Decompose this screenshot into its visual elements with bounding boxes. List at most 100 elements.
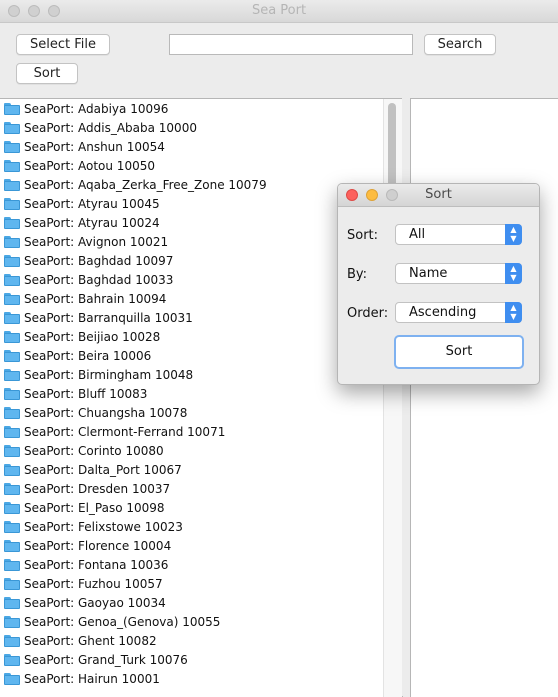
search-button[interactable]: Search <box>424 34 496 55</box>
folder-icon <box>4 159 20 172</box>
tree-item[interactable]: SeaPort: Anshun 10054 <box>0 137 402 156</box>
folder-icon <box>4 463 20 476</box>
select-file-button[interactable]: Select File <box>16 34 110 55</box>
tree-item-label: SeaPort: Chuangsha 10078 <box>24 405 188 420</box>
tree-item[interactable]: SeaPort: Genoa_(Genova) 10055 <box>0 612 402 631</box>
tree-item-label: SeaPort: Genoa_(Genova) 10055 <box>24 614 221 629</box>
by-label: By: <box>347 267 368 282</box>
tree-item-label: SeaPort: Barranquilla 10031 <box>24 310 193 325</box>
tree-item-label: SeaPort: Avignon 10021 <box>24 234 169 249</box>
tree-item[interactable]: SeaPort: Fontana 10036 <box>0 555 402 574</box>
tree-item[interactable]: SeaPort: Fuzhou 10057 <box>0 574 402 593</box>
folder-icon <box>4 178 20 191</box>
tree-item[interactable]: SeaPort: Addis_Ababa 10000 <box>0 118 402 137</box>
folder-icon <box>4 482 20 495</box>
tree-item-label: SeaPort: Birmingham 10048 <box>24 367 194 382</box>
tree-item[interactable]: SeaPort: Dresden 10037 <box>0 479 402 498</box>
tree-item-label: SeaPort: Bahrain 10094 <box>24 291 167 306</box>
tree-item[interactable]: SeaPort: Bluff 10083 <box>0 384 402 403</box>
sort-dialog: Sort Sort: All ▲ ▼ By: Name ▲ ▼ Order: Asc… <box>337 183 540 385</box>
folder-icon <box>4 254 20 267</box>
tree-item-label: SeaPort: Aotou 10050 <box>24 158 155 173</box>
tree-item-label: SeaPort: Ghent 10082 <box>24 633 157 648</box>
tree-item[interactable]: SeaPort: Felixstowe 10023 <box>0 517 402 536</box>
sort-label: Sort: <box>347 228 379 243</box>
tree-item-label: SeaPort: Felixstowe 10023 <box>24 519 183 534</box>
folder-icon <box>4 273 20 286</box>
tree-item-label: SeaPort: Addis_Ababa 10000 <box>24 120 197 135</box>
tree-item-label: SeaPort: Gaoyao 10034 <box>24 595 166 610</box>
tree-item-label: SeaPort: Bluff 10083 <box>24 386 148 401</box>
window-titlebar: Sea Port <box>0 0 558 23</box>
dialog-sort-button[interactable]: Sort <box>394 335 524 369</box>
folder-icon <box>4 672 20 685</box>
folder-icon <box>4 235 20 248</box>
tree-item[interactable]: SeaPort: Corinto 10080 <box>0 441 402 460</box>
tree-item-label: SeaPort: Corinto 10080 <box>24 443 164 458</box>
folder-icon <box>4 501 20 514</box>
folder-icon <box>4 330 20 343</box>
tree-item[interactable]: SeaPort: Hairun 10001 <box>0 669 402 688</box>
folder-icon <box>4 425 20 438</box>
tree-item-label: SeaPort: Anshun 10054 <box>24 139 165 154</box>
tree-item-label: SeaPort: Hairun 10001 <box>24 671 160 686</box>
folder-icon <box>4 653 20 666</box>
folder-icon <box>4 197 20 210</box>
tree-item[interactable]: SeaPort: Adabiya 10096 <box>0 99 402 118</box>
sort-select[interactable]: All ▲ ▼ <box>395 224 522 245</box>
updown-chevron-icon: ▲ ▼ <box>505 302 522 323</box>
tree-item-label: SeaPort: Baghdad 10097 <box>24 253 174 268</box>
tree-item[interactable]: SeaPort: Aotou 10050 <box>0 156 402 175</box>
tree-item-label: SeaPort: Fontana 10036 <box>24 557 169 572</box>
folder-icon <box>4 596 20 609</box>
folder-icon <box>4 102 20 115</box>
folder-icon <box>4 387 20 400</box>
sort-select-value: All <box>409 227 426 242</box>
order-select-value: Ascending <box>409 305 477 320</box>
folder-icon <box>4 121 20 134</box>
folder-icon <box>4 444 20 457</box>
folder-icon <box>4 577 20 590</box>
by-select[interactable]: Name ▲ ▼ <box>395 263 522 284</box>
dialog-title: Sort <box>425 187 452 202</box>
tree-item-label: SeaPort: Florence 10004 <box>24 538 172 553</box>
tree-item[interactable]: SeaPort: Ghent 10082 <box>0 631 402 650</box>
tree-item-label: SeaPort: Atyrau 10045 <box>24 196 160 211</box>
by-select-value: Name <box>409 266 448 281</box>
tree-item-label: SeaPort: Atyrau 10024 <box>24 215 160 230</box>
folder-icon <box>4 311 20 324</box>
tree-item-label: SeaPort: Grand_Turk 10076 <box>24 652 188 667</box>
window-title: Sea Port <box>251 3 307 18</box>
tree-item-label: SeaPort: El_Paso 10098 <box>24 500 165 515</box>
sort-button[interactable]: Sort <box>16 63 78 84</box>
folder-icon <box>4 349 20 362</box>
tree-item[interactable]: SeaPort: Gaoyao 10034 <box>0 593 402 612</box>
updown-chevron-icon: ▲ ▼ <box>505 263 522 284</box>
tree-item[interactable]: SeaPort: Chuangsha 10078 <box>0 403 402 422</box>
tree-item-label: SeaPort: Beijiao 10028 <box>24 329 161 344</box>
tree-item[interactable]: SeaPort: Dalta_Port 10067 <box>0 460 402 479</box>
updown-chevron-icon: ▲ ▼ <box>505 224 522 245</box>
tree-item[interactable]: SeaPort: El_Paso 10098 <box>0 498 402 517</box>
tree-item-label: SeaPort: Dalta_Port 10067 <box>24 462 182 477</box>
folder-icon <box>4 520 20 533</box>
folder-icon <box>4 539 20 552</box>
folder-icon <box>4 216 20 229</box>
folder-icon <box>4 368 20 381</box>
tree-item[interactable]: SeaPort: Grand_Turk 10076 <box>0 650 402 669</box>
tree-item[interactable]: SeaPort: Clermont-Ferrand 10071 <box>0 422 402 441</box>
folder-icon <box>4 615 20 628</box>
folder-icon <box>4 140 20 153</box>
search-input[interactable] <box>169 34 413 55</box>
tree-item-label: SeaPort: Fuzhou 10057 <box>24 576 163 591</box>
folder-icon <box>4 406 20 419</box>
order-select[interactable]: Ascending ▲ ▼ <box>395 302 522 323</box>
folder-icon <box>4 634 20 647</box>
tree-item-label: SeaPort: Clermont-Ferrand 10071 <box>24 424 226 439</box>
folder-icon <box>4 558 20 571</box>
tree-item-label: SeaPort: Baghdad 10033 <box>24 272 174 287</box>
tree-item-label: SeaPort: Aqaba_Zerka_Free_Zone 10079 <box>24 177 267 192</box>
tree-item-label: SeaPort: Adabiya 10096 <box>24 101 169 116</box>
tree-item[interactable]: SeaPort: Florence 10004 <box>0 536 402 555</box>
dialog-titlebar: Sort <box>338 184 539 207</box>
